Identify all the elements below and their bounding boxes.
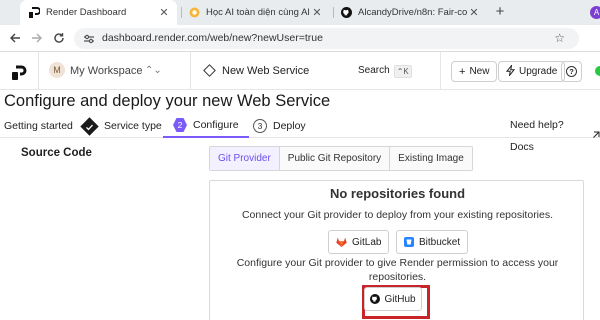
plus-icon: + xyxy=(459,65,466,78)
browser-tab-title: Render Dashboard xyxy=(46,7,127,18)
browser-tab-title: Học AI toàn diện cùng Alcandy xyxy=(206,7,310,18)
chevron-up-down-icon[interactable]: ⌃⌄ xyxy=(145,52,162,90)
docs-link-label: Need help? Docs xyxy=(510,119,564,153)
step-label: Configure xyxy=(193,119,239,131)
github-button-label: GitHub xyxy=(384,293,416,305)
connect-description: Connect your Git provider to deploy from… xyxy=(241,209,554,221)
search-shortcut: ⌃K xyxy=(393,64,412,78)
browser-toolbar: dashboard.render.com/web/new?newUser=tru… xyxy=(0,25,600,52)
reload-icon[interactable] xyxy=(50,29,68,47)
step-number-badge: 3 xyxy=(253,119,267,133)
upgrade-button[interactable]: Upgrade xyxy=(498,61,566,82)
workspace-switcher[interactable]: My Workspace xyxy=(70,52,143,90)
forward-arrow-icon[interactable] xyxy=(28,29,46,47)
github-button[interactable]: GitHub xyxy=(364,287,422,311)
section-label-source-code: Source Code xyxy=(21,147,92,159)
step-label: Getting started xyxy=(4,120,73,132)
browser-tab-strip: Render Dashboard ✕ Học AI toàn diện cùng… xyxy=(0,0,600,25)
configure-description: Configure your Git provider to give Rend… xyxy=(236,257,559,283)
git-provider-panel: No repositories found Connect your Git p… xyxy=(209,180,584,320)
site-settings-icon[interactable] xyxy=(83,32,95,50)
bookmark-star-icon[interactable]: ☆ xyxy=(554,29,565,48)
step-label: Service type xyxy=(104,120,162,132)
step-number-badge: 2 xyxy=(173,118,187,132)
new-button[interactable]: + New xyxy=(451,61,498,82)
source-tabs: Git Provider Public Git Repository Exist… xyxy=(209,146,473,171)
url-text[interactable]: dashboard.render.com/web/new?newUser=tru… xyxy=(102,28,323,49)
header-divider xyxy=(38,52,39,90)
step-getting-started[interactable]: Getting started xyxy=(4,114,73,138)
browser-tab-render[interactable]: Render Dashboard ✕ xyxy=(20,0,177,25)
breadcrumb-service: New Web Service xyxy=(222,65,310,77)
question-icon: ? xyxy=(566,66,577,77)
workspace-avatar[interactable]: M xyxy=(49,62,65,78)
diamond-icon xyxy=(203,64,216,77)
status-indicator xyxy=(595,66,600,76)
close-icon[interactable]: ✕ xyxy=(157,6,171,19)
header-divider xyxy=(190,52,191,90)
app-header: M My Workspace ⌃⌄ New Web Service Search… xyxy=(0,52,600,90)
bitbucket-button-label: Bitbucket xyxy=(419,236,461,248)
bitbucket-icon xyxy=(404,237,414,247)
tab-git-provider[interactable]: Git Provider xyxy=(210,147,280,170)
browser-tab-github[interactable]: AlcandyDrive/n8n: Fair-code w ✕ xyxy=(332,0,487,25)
address-bar[interactable]: dashboard.render.com/web/new?newUser=tru… xyxy=(74,28,579,49)
new-tab-button[interactable]: + xyxy=(492,0,508,25)
close-icon[interactable]: ✕ xyxy=(310,6,324,19)
page-title: Configure and deploy your new Web Servic… xyxy=(4,92,331,110)
tab-existing-image[interactable]: Existing Image xyxy=(390,147,472,170)
alcandy-favicon xyxy=(189,7,200,18)
step-label: Deploy xyxy=(273,120,306,132)
step-service-type[interactable]: Service type xyxy=(80,114,162,138)
browser-tab-title: AlcandyDrive/n8n: Fair-code w xyxy=(358,7,467,18)
search-label: Search xyxy=(358,65,390,76)
render-favicon xyxy=(29,7,40,18)
profile-avatar[interactable]: A xyxy=(590,6,600,19)
new-button-label: New xyxy=(469,66,490,77)
tab-public-git-repository[interactable]: Public Git Repository xyxy=(280,147,391,170)
lightning-icon xyxy=(505,63,516,79)
bitbucket-button[interactable]: Bitbucket xyxy=(396,230,469,254)
back-arrow-icon[interactable] xyxy=(6,29,24,47)
render-logo[interactable] xyxy=(12,64,28,80)
external-link-icon xyxy=(592,125,600,147)
search-button[interactable]: Search ⌃K xyxy=(358,52,412,90)
upgrade-button-label: Upgrade xyxy=(519,66,558,77)
gitlab-button[interactable]: GitLab xyxy=(328,230,390,254)
github-favicon xyxy=(341,7,352,18)
progress-steps: Getting started Service type 2 Configure… xyxy=(0,114,600,153)
gitlab-button-label: GitLab xyxy=(352,236,382,248)
gitlab-icon xyxy=(336,237,347,247)
help-button[interactable]: ? xyxy=(561,61,582,82)
close-icon[interactable]: ✕ xyxy=(467,6,481,19)
step-configure[interactable]: 2 Configure xyxy=(163,114,249,138)
step-deploy[interactable]: 3 Deploy xyxy=(253,114,306,138)
github-icon xyxy=(370,294,381,304)
browser-tab-alcandy[interactable]: Học AI toàn diện cùng Alcandy ✕ xyxy=(180,0,330,25)
checkmark-icon xyxy=(80,116,99,136)
empty-state-heading: No repositories found xyxy=(329,186,466,201)
docs-link[interactable]: Need help? Docs xyxy=(510,114,600,158)
header-divider xyxy=(440,52,441,90)
